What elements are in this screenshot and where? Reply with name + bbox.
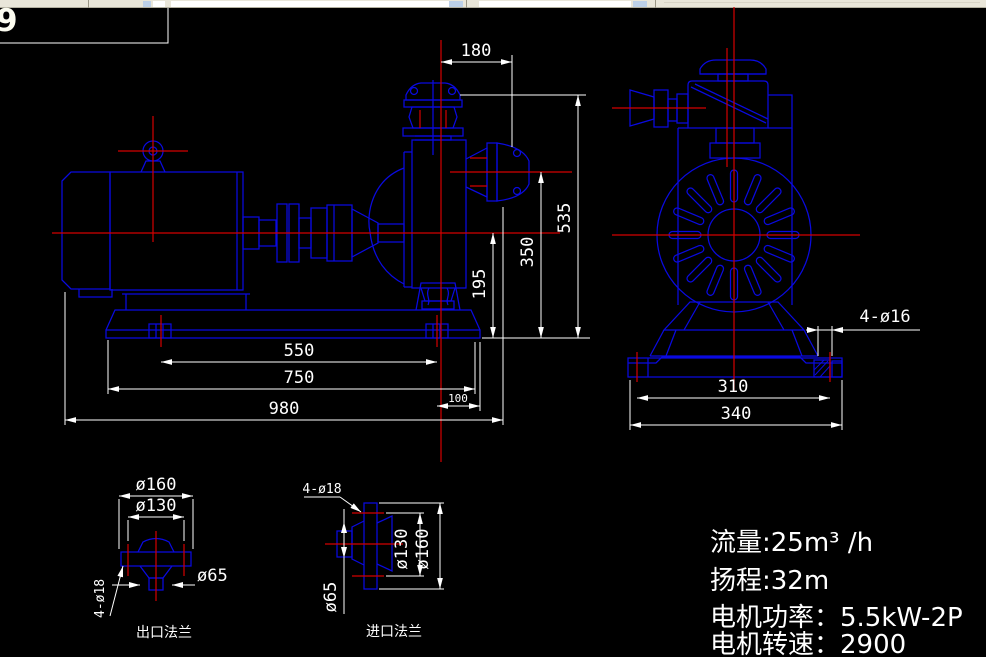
toolbar-combo-fragment-1[interactable] bbox=[153, 1, 165, 7]
spec-motor-power: 电机功率：5.5kW-2P bbox=[710, 603, 963, 633]
dim-535: 535 bbox=[555, 203, 575, 234]
dim-4xd18-inlet: 4-ø18 bbox=[302, 482, 341, 497]
toolbar-combo-fragment-2[interactable] bbox=[171, 1, 449, 7]
spec-head: 扬程:32m bbox=[710, 566, 829, 596]
inlet-flange-label: 进口法兰 bbox=[366, 624, 422, 640]
corner-digit: 9 bbox=[0, 3, 18, 39]
dim-195: 195 bbox=[470, 269, 490, 300]
toolbar-strip[interactable] bbox=[0, 0, 986, 8]
dim-750: 750 bbox=[284, 368, 315, 388]
dim-310: 310 bbox=[718, 377, 749, 397]
spec-flow-rate: 流量:25m³ /h bbox=[710, 528, 873, 558]
dim-980: 980 bbox=[269, 399, 300, 419]
dim-550: 550 bbox=[284, 341, 315, 361]
dim-d130: ø130 bbox=[136, 496, 177, 516]
dim-d65: ø65 bbox=[197, 566, 228, 586]
dim-350: 350 bbox=[518, 237, 538, 268]
dim-d160: ø160 bbox=[136, 475, 177, 495]
dim-d65-inlet: ø65 bbox=[321, 582, 341, 613]
dim-4xd18: 4-ø18 bbox=[93, 579, 108, 618]
toolbar-separator bbox=[88, 0, 89, 8]
dim-100: 100 bbox=[448, 392, 468, 405]
cad-window: 9 bbox=[0, 0, 986, 657]
cad-drawing-canvas[interactable]: 9 bbox=[0, 0, 986, 657]
dim-180: 180 bbox=[461, 41, 492, 61]
toolbar-button-fragment[interactable] bbox=[143, 1, 151, 7]
spec-motor-speed: 电机转速：2900 bbox=[710, 630, 906, 657]
outlet-flange-label: 出口法兰 bbox=[136, 625, 192, 641]
dim-4xd16: 4-ø16 bbox=[859, 307, 910, 327]
dim-d160-inlet: ø160 bbox=[413, 529, 433, 570]
combo-dropdown-button[interactable] bbox=[449, 1, 463, 7]
toolbar-combo-fragment-3[interactable] bbox=[479, 1, 631, 7]
combo-dropdown-button-2[interactable] bbox=[633, 1, 647, 7]
dim-340: 340 bbox=[721, 404, 752, 424]
dim-d130-inlet: ø130 bbox=[392, 529, 412, 570]
